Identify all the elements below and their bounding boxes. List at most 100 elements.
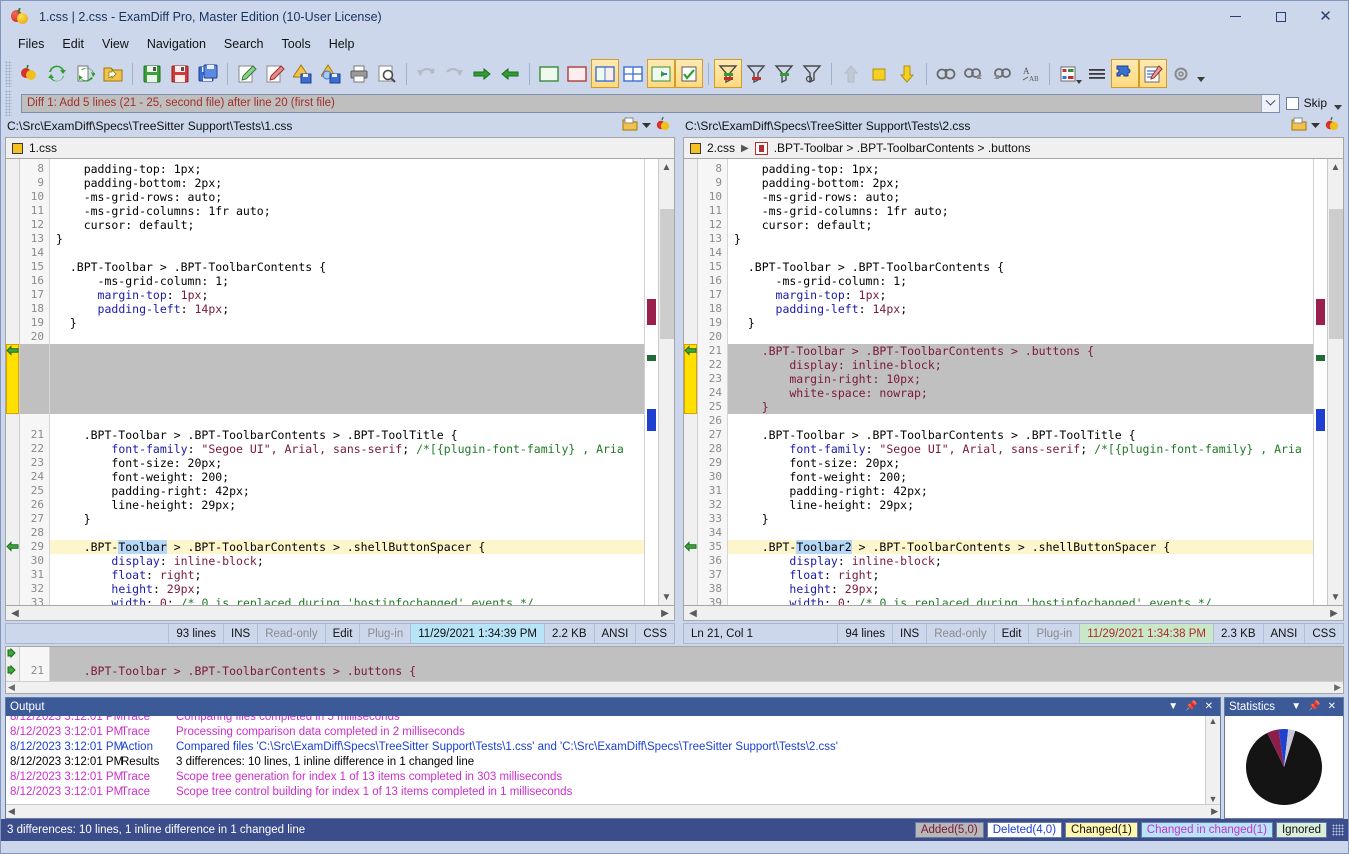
left-horizontal-scrollbar[interactable]: ◀ ▶ [5,606,675,621]
next-diff-icon[interactable] [893,59,921,88]
recompare-icon[interactable] [43,59,71,88]
code-line[interactable]: .BPT-Toolbar > .BPT-ToolbarContents { [50,260,644,274]
code-line[interactable]: padding-left: 14px; [50,302,644,316]
code-line[interactable]: } [50,512,644,526]
code-line[interactable]: margin-top: 1px; [50,288,644,302]
statistics-menu-icon[interactable]: ▼ [1291,702,1301,712]
undo-icon[interactable] [412,59,440,88]
code-line[interactable]: -ms-grid-columns: 1fr auto; [728,204,1313,218]
toolbar-grip[interactable] [5,61,12,87]
scope-preview-hscroll-left[interactable]: ◀ [8,682,15,693]
find-next-icon[interactable] [960,59,988,88]
right-tab-label[interactable]: 2.css [707,141,735,155]
left-hscroll-right-arrow[interactable]: ▶ [658,608,672,619]
left-compare-icon[interactable] [655,117,671,135]
code-line[interactable]: .BPT-Toolbar2 > .BPT-ToolbarContents > .… [728,540,1313,554]
left-scroll-thumb[interactable] [660,209,674,339]
code-line[interactable]: padding-bottom: 2px; [728,176,1313,190]
code-line[interactable]: float: right; [50,568,644,582]
code-line[interactable]: .BPT-Toolbar > .BPT-ToolbarContents { [728,260,1313,274]
code-line[interactable] [50,526,644,540]
right-editor[interactable]: 8910111213141516171819202122232425262728… [683,158,1344,606]
skip-control[interactable]: Skip [1286,96,1342,110]
output-scroll-down[interactable]: ▼ [1209,794,1218,804]
match-case-icon[interactable]: A AB [1016,59,1044,88]
sync-scroll-icon[interactable] [647,59,675,88]
menu-view[interactable]: View [93,34,138,54]
menu-tools[interactable]: Tools [273,34,320,54]
edit-left-icon[interactable] [233,59,261,88]
print-icon[interactable] [345,59,373,88]
scope-preview-hscroll[interactable]: ◀ ▶ [6,681,1343,693]
menu-help[interactable]: Help [320,34,364,54]
output-scroll-up[interactable]: ▲ [1209,716,1218,726]
recompare-changed-icon[interactable] [71,59,99,88]
code-line[interactable]: line-height: 29px; [50,498,644,512]
code-line[interactable] [50,358,644,372]
diff-marker-icon[interactable] [684,344,698,358]
diff-marker-icon[interactable] [6,344,20,358]
code-line[interactable] [50,400,644,414]
code-line[interactable]: width: 0; /* 0 is replaced during 'hosti… [728,596,1313,605]
maximize-button[interactable] [1258,1,1303,32]
code-line[interactable]: -ms-grid-rows: auto; [728,190,1313,204]
left-path-dropdown-icon[interactable] [642,119,651,133]
redo-icon[interactable] [440,59,468,88]
left-insert-mode[interactable]: INS [224,624,258,643]
diff-marker-icon[interactable] [6,540,20,554]
code-line[interactable]: padding-bottom: 2px; [50,176,644,190]
close-button[interactable]: ✕ [1303,1,1348,32]
left-edit-flag[interactable]: Edit [326,624,361,643]
left-vertical-scrollbar[interactable]: ▲ ▼ [658,159,674,605]
skip-checkbox[interactable] [1286,97,1299,110]
right-marker-column[interactable] [684,159,698,605]
output-row[interactable]: 8/12/2023 3:12:01 PMTraceComparing files… [6,716,1205,725]
left-open-file-icon[interactable] [622,117,638,135]
current-diff-combobox[interactable]: Diff 1: Add 5 lines (21 - 25, second fil… [21,94,1280,113]
print-preview-icon[interactable] [373,59,401,88]
code-line[interactable]: -ms-grid-column: 1; [50,274,644,288]
compare-files-icon[interactable] [15,59,43,88]
code-line[interactable]: } [50,316,644,330]
output-body[interactable]: 8/12/2023 3:12:01 PMTraceComparing files… [6,716,1220,804]
left-readonly-flag[interactable]: Read-only [258,624,325,643]
right-compare-icon[interactable] [1324,117,1340,135]
scope-preview-hscroll-right[interactable]: ▶ [1334,682,1341,693]
filter-all-icon[interactable] [714,59,742,88]
right-scroll-thumb[interactable] [1329,209,1343,339]
left-diff-map[interactable] [644,159,658,605]
code-line[interactable]: padding-left: 14px; [728,302,1313,316]
output-vertical-scrollbar[interactable]: ▲ ▼ [1205,716,1220,804]
code-line[interactable]: -ms-grid-rows: auto; [50,190,644,204]
code-line[interactable]: font-size: 20px; [728,456,1313,470]
copy-right-icon[interactable] [468,59,496,88]
output-row[interactable]: 8/12/2023 3:12:01 PMTraceScope tree gene… [6,770,1205,785]
diff-map-mark[interactable] [1316,355,1325,361]
save-red-icon[interactable] [166,59,194,88]
code-line[interactable]: } [728,232,1313,246]
legend-badge[interactable]: Added(5,0) [915,822,984,838]
left-tab-label[interactable]: 1.css [29,141,57,155]
legend-badge[interactable]: Changed in changed(1) [1141,822,1273,838]
code-line[interactable] [50,330,644,344]
right-syntax[interactable]: CSS [1305,624,1343,643]
options-icon[interactable] [1167,59,1195,88]
legend-badge[interactable]: Deleted(4,0) [987,822,1062,838]
menu-files[interactable]: Files [9,34,53,54]
lines-icon[interactable] [1083,59,1111,88]
code-line[interactable] [50,344,644,358]
current-diff-dropdown[interactable] [1261,95,1279,112]
code-line[interactable]: white-space: nowrap; [728,386,1313,400]
code-line[interactable]: } [728,512,1313,526]
code-line[interactable]: .BPT-Toolbar > .BPT-ToolbarContents > .B… [50,428,644,442]
code-line[interactable]: cursor: default; [50,218,644,232]
right-encoding[interactable]: ANSI [1264,624,1306,643]
code-line[interactable]: margin-top: 1px; [728,288,1313,302]
find-icon[interactable] [932,59,960,88]
plugins-icon[interactable] [1111,59,1139,88]
code-line[interactable]: display: inline-block; [50,554,644,568]
save-all-icon[interactable] [194,59,222,88]
statistics-close-icon[interactable]: ✕ [1328,702,1336,712]
code-line[interactable]: } [728,400,1313,414]
output-row[interactable]: 8/12/2023 3:12:01 PMTraceScope tree cont… [6,785,1205,800]
